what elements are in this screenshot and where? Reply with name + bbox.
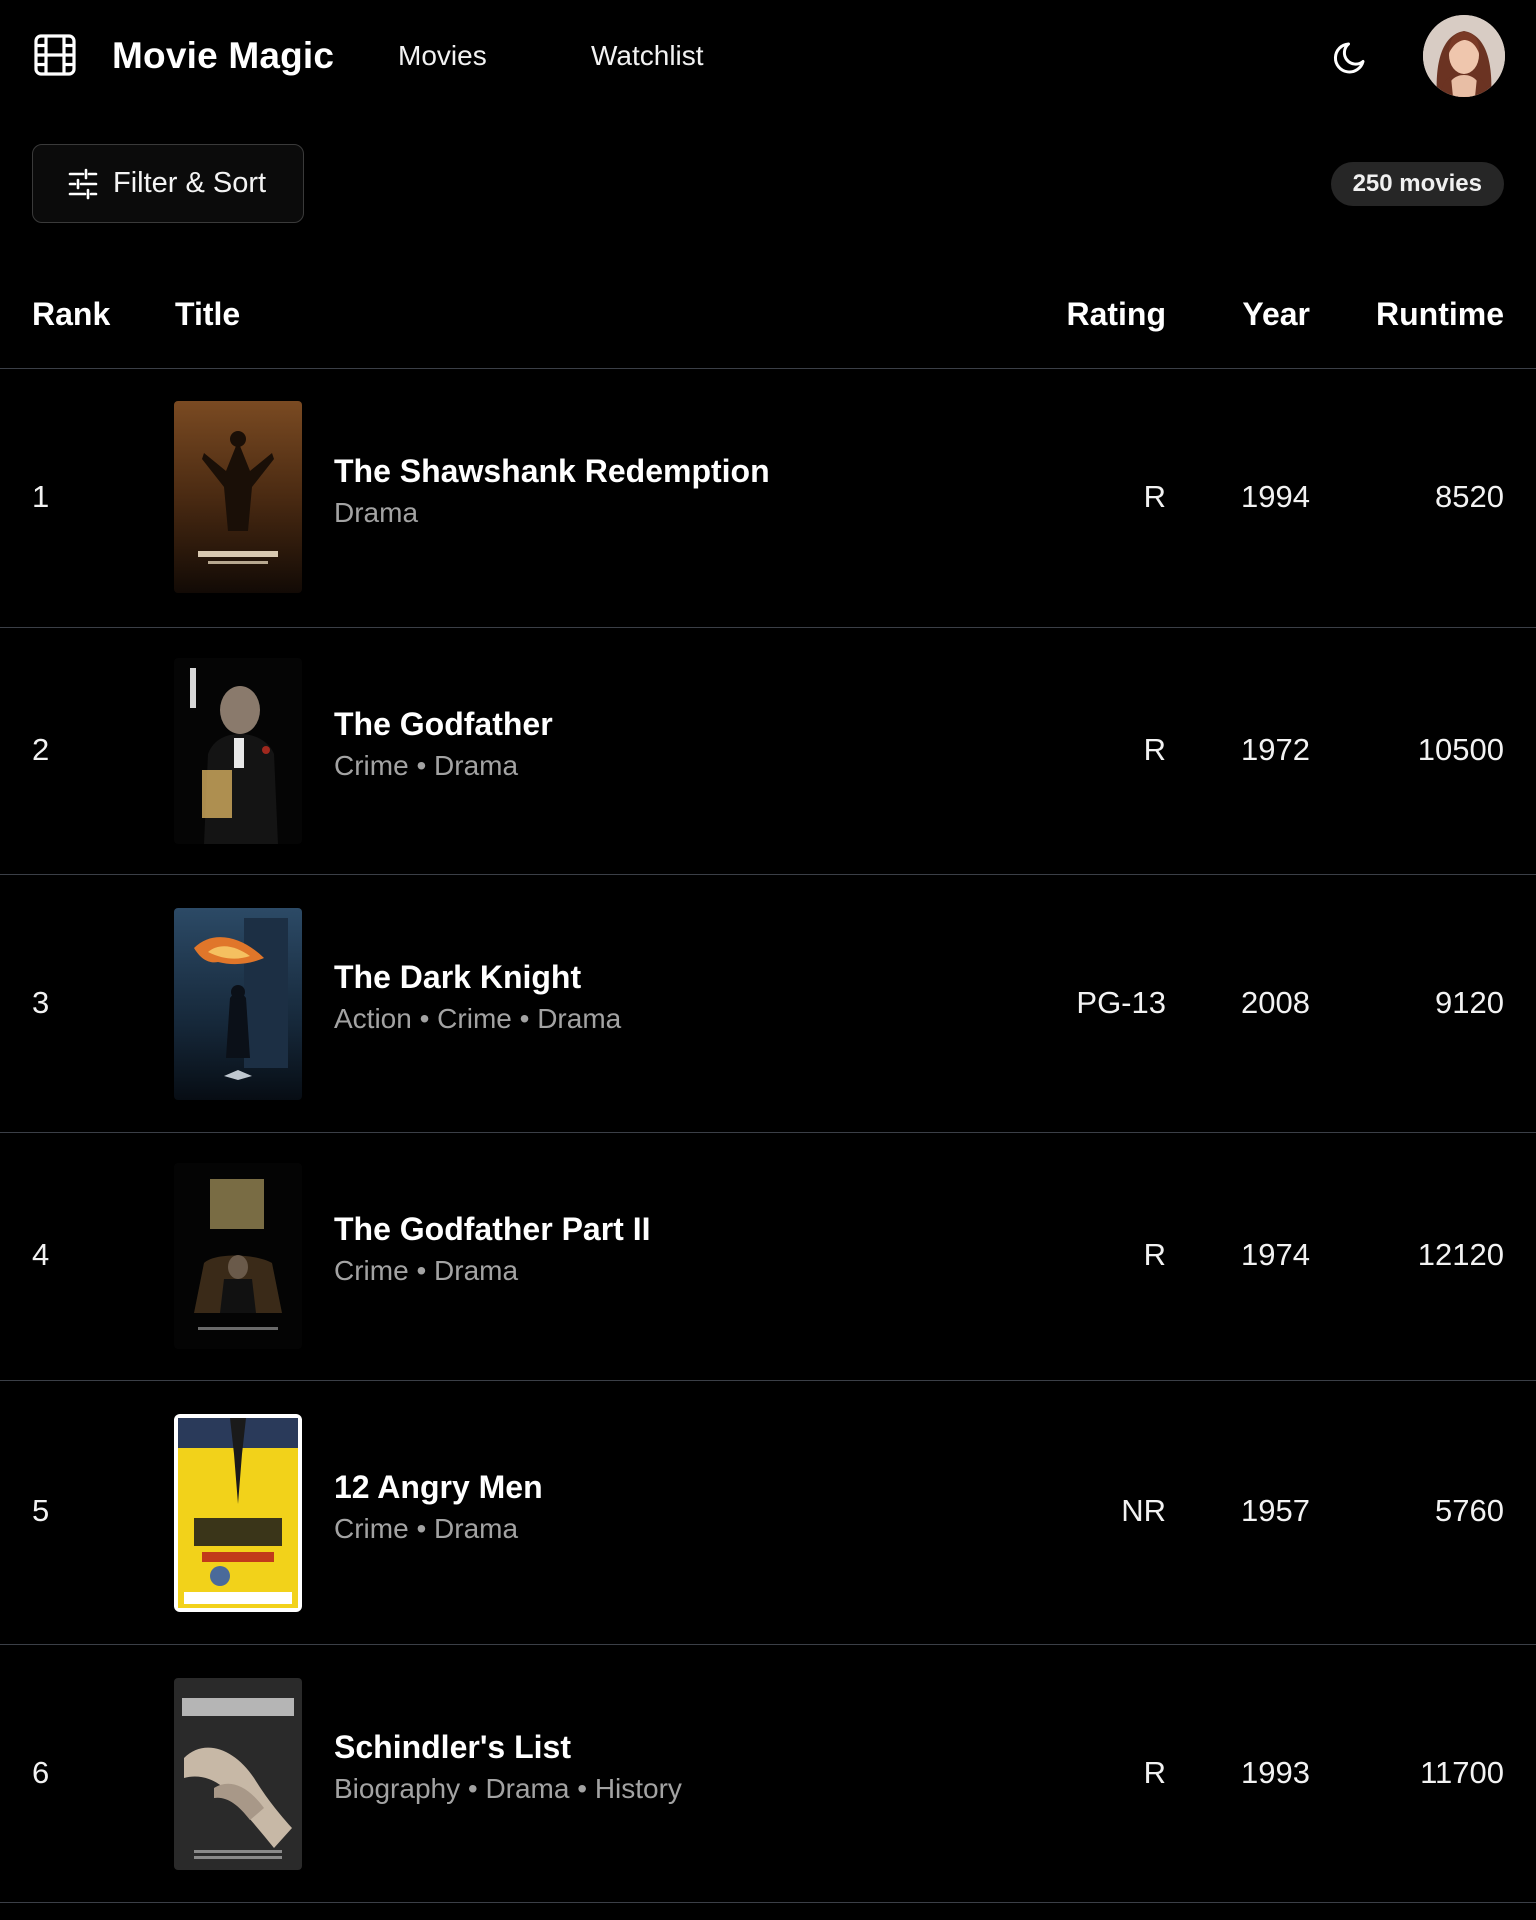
filter-sort-label: Filter & Sort: [113, 167, 267, 199]
rank-cell: 3: [32, 985, 50, 1020]
column-header-runtime[interactable]: Runtime: [1376, 294, 1504, 334]
title-block: 12 Angry Men Crime • Drama: [334, 1467, 543, 1547]
runtime-cell: 5760: [1435, 1493, 1504, 1528]
year-cell: 2008: [1241, 985, 1310, 1020]
table-row[interactable]: 2 The Godfather Crime • Drama R 1972 105…: [0, 628, 1536, 875]
year-cell: 1993: [1241, 1755, 1310, 1790]
rating-cell: R: [1143, 479, 1166, 514]
movie-poster[interactable]: [174, 658, 302, 844]
table-row[interactable]: 6 Schindler's List Biography • Drama • H…: [0, 1645, 1536, 1903]
runtime-cell: 12120: [1417, 1237, 1504, 1272]
movie-title[interactable]: The Dark Knight: [334, 957, 621, 997]
movie-genres: Drama: [334, 497, 419, 528]
nav-movies-link[interactable]: Movies: [398, 38, 487, 74]
movie-genres: Crime • Drama: [334, 1513, 519, 1544]
movie-title[interactable]: The Godfather: [334, 704, 553, 744]
column-header-rank[interactable]: Rank: [32, 294, 110, 334]
movie-poster[interactable]: [174, 1678, 302, 1870]
movie-genres: Crime • Drama: [334, 750, 519, 781]
moon-icon[interactable]: [1330, 36, 1372, 78]
movie-title[interactable]: The Shawshank Redemption: [334, 451, 770, 491]
runtime-cell: 8520: [1435, 479, 1504, 514]
movie-genres: Crime • Drama: [334, 1255, 519, 1286]
year-cell: 1994: [1241, 479, 1310, 514]
table-row[interactable]: 4 The Godfather Part II Crime • Drama R …: [0, 1133, 1536, 1381]
rank-cell: 6: [32, 1755, 50, 1790]
movie-poster[interactable]: [174, 908, 302, 1100]
filter-sort-button[interactable]: Filter & Sort: [32, 144, 304, 223]
title-block: The Godfather Part II Crime • Drama: [334, 1209, 650, 1289]
title-block: Schindler's List Biography • Drama • His…: [334, 1727, 682, 1807]
column-header-title[interactable]: Title: [175, 294, 240, 334]
rating-cell: R: [1143, 1755, 1166, 1790]
movie-genres: Biography • Drama • History: [334, 1773, 682, 1804]
title-block: The Godfather Crime • Drama: [334, 704, 553, 784]
rating-cell: PG-13: [1076, 985, 1166, 1020]
film-icon[interactable]: [34, 34, 76, 76]
movie-title[interactable]: The Godfather Part II: [334, 1209, 650, 1249]
column-header-year[interactable]: Year: [1242, 294, 1310, 334]
movie-poster[interactable]: [174, 1414, 302, 1612]
runtime-cell: 10500: [1417, 732, 1504, 767]
table-header: Rank Title Rating Year Runtime: [0, 280, 1536, 369]
table-row[interactable]: 3 The Dark Knight Action • Crime • Drama…: [0, 875, 1536, 1133]
table-row[interactable]: 1 The Shawshank Redemption Drama R 1994 …: [0, 369, 1536, 628]
column-header-rating[interactable]: Rating: [1066, 294, 1166, 334]
rank-cell: 1: [32, 479, 50, 514]
top-navigation: Movie Magic Movies Watchlist: [0, 0, 1536, 112]
year-cell: 1957: [1241, 1493, 1310, 1528]
avatar-image: [1423, 15, 1505, 97]
rating-cell: R: [1143, 1237, 1166, 1272]
brand-title[interactable]: Movie Magic: [112, 34, 334, 78]
rank-cell: 4: [32, 1237, 50, 1272]
runtime-cell: 9120: [1435, 985, 1504, 1020]
table-row[interactable]: 5 12 Angry Men Crime • Drama NR 1957 576…: [0, 1381, 1536, 1645]
rating-cell: R: [1143, 732, 1166, 767]
movie-poster[interactable]: [174, 401, 302, 593]
title-block: The Shawshank Redemption Drama: [334, 451, 770, 531]
year-cell: 1974: [1241, 1237, 1310, 1272]
nav-watchlist-link[interactable]: Watchlist: [591, 38, 704, 74]
rank-cell: 5: [32, 1493, 50, 1528]
movie-title[interactable]: 12 Angry Men: [334, 1467, 543, 1507]
movie-genres: Action • Crime • Drama: [334, 1003, 622, 1034]
runtime-cell: 11700: [1420, 1755, 1504, 1790]
rating-cell: NR: [1121, 1493, 1166, 1528]
movie-poster[interactable]: [174, 1163, 302, 1349]
sliders-icon: [68, 168, 98, 199]
movie-title[interactable]: Schindler's List: [334, 1727, 682, 1767]
user-avatar[interactable]: [1423, 15, 1505, 97]
rank-cell: 2: [32, 732, 50, 767]
title-block: The Dark Knight Action • Crime • Drama: [334, 957, 621, 1037]
movie-count-badge: 250 movies: [1330, 162, 1504, 206]
year-cell: 1972: [1241, 732, 1310, 767]
